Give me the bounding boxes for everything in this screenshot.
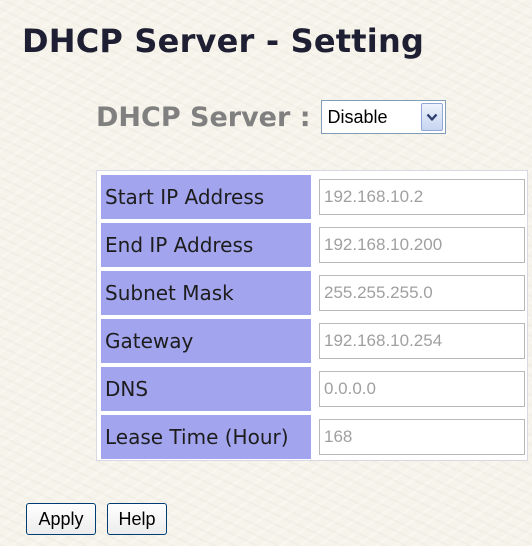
lease-time-label: Lease Time (Hour): [101, 415, 311, 459]
lease-time-row: Lease Time (Hour) 168: [101, 415, 525, 459]
lease-time-input[interactable]: 168: [319, 419, 525, 455]
chevron-down-icon[interactable]: [420, 103, 443, 131]
start-ip-input[interactable]: 192.168.10.2: [319, 179, 525, 215]
end-ip-input[interactable]: 192.168.10.200: [319, 227, 525, 263]
dhcp-server-select[interactable]: Disable: [320, 100, 446, 134]
help-button[interactable]: Help: [107, 503, 167, 535]
dhcp-server-row: DHCP Server : Disable: [96, 100, 446, 134]
subnet-mask-row: Subnet Mask 255.255.255.0: [101, 271, 525, 315]
dhcp-settings-table: Start IP Address 192.168.10.2 End IP Add…: [96, 170, 528, 461]
end-ip-row: End IP Address 192.168.10.200: [101, 223, 525, 267]
dns-input[interactable]: 0.0.0.0: [319, 371, 525, 407]
start-ip-label: Start IP Address: [101, 175, 311, 219]
gateway-input[interactable]: 192.168.10.254: [319, 323, 525, 359]
dns-label: DNS: [101, 367, 311, 411]
subnet-mask-label: Subnet Mask: [101, 271, 311, 315]
dhcp-server-label: DHCP Server :: [96, 101, 311, 133]
dhcp-server-selected-value: Disable: [327, 106, 388, 127]
apply-button[interactable]: Apply: [26, 503, 96, 535]
subnet-mask-input[interactable]: 255.255.255.0: [319, 275, 525, 311]
gateway-row: Gateway 192.168.10.254: [101, 319, 525, 363]
end-ip-label: End IP Address: [101, 223, 311, 267]
page-title: DHCP Server - Setting: [22, 22, 425, 60]
dns-row: DNS 0.0.0.0: [101, 367, 525, 411]
gateway-label: Gateway: [101, 319, 311, 363]
start-ip-row: Start IP Address 192.168.10.2: [101, 175, 525, 219]
